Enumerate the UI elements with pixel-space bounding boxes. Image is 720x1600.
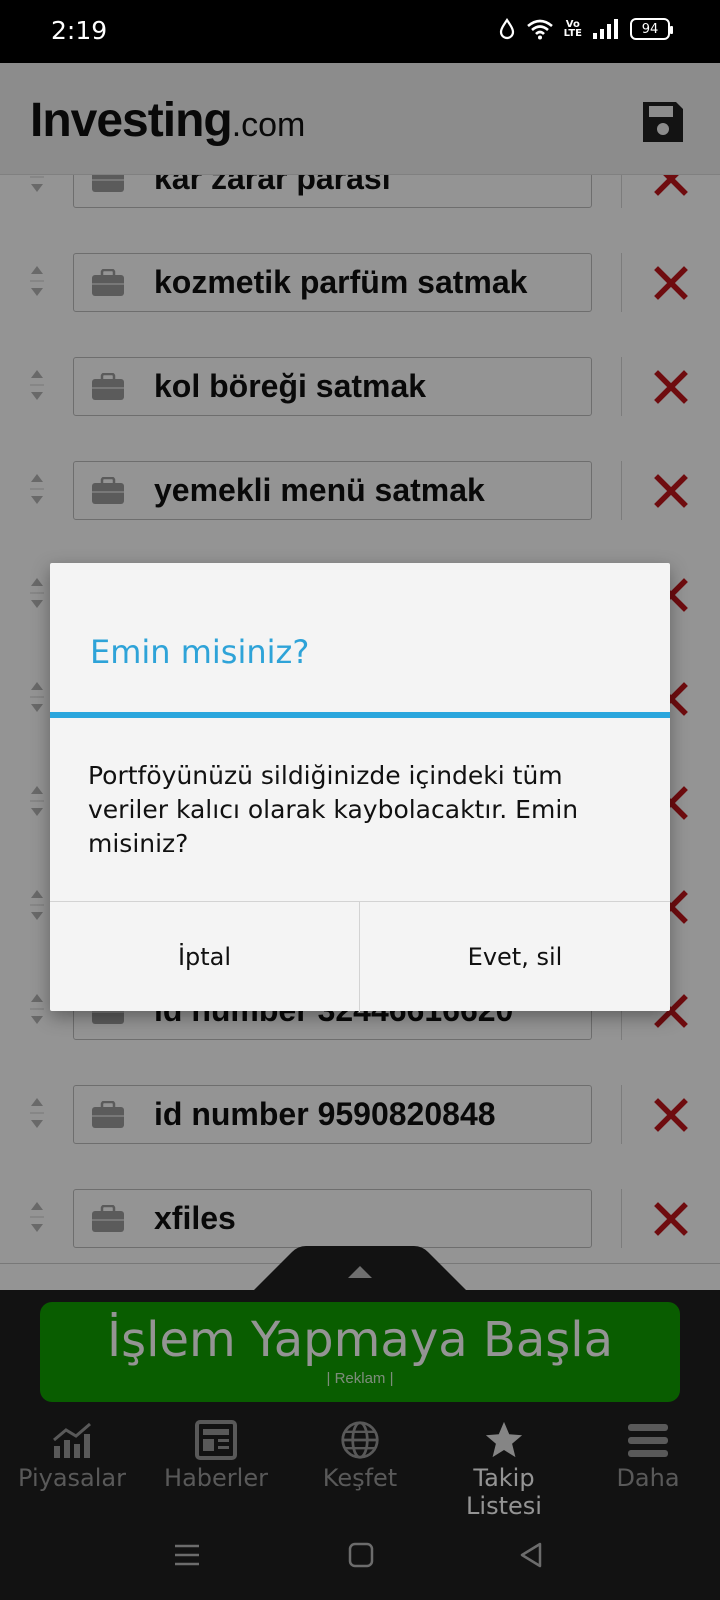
dialog-message: Portföyünüzü sildiğinizde içindeki tüm v… <box>88 761 579 858</box>
dialog-title: Emin misiniz? <box>90 633 310 671</box>
wifi-icon <box>526 19 553 40</box>
dialog-actions: İptal Evet, sil <box>50 901 670 1012</box>
battery-icon: 94 <box>630 18 673 40</box>
battery-level: 94 <box>641 21 659 37</box>
cancel-button[interactable]: İptal <box>50 902 360 1012</box>
confirm-delete-button[interactable]: Evet, sil <box>360 902 670 1012</box>
water-drop-icon <box>499 18 514 40</box>
volte-icon: Vo LTE <box>563 19 582 39</box>
status-icons: Vo LTE 94 <box>498 18 673 40</box>
status-bar: 2:19 Vo LTE 94 <box>0 0 720 63</box>
confirm-dialog: Emin misiniz? Portföyünüzü sildiğinizde … <box>50 563 670 1012</box>
signal-icon <box>593 19 618 39</box>
dialog-divider <box>50 712 670 718</box>
status-time: 2:19 <box>51 16 108 45</box>
